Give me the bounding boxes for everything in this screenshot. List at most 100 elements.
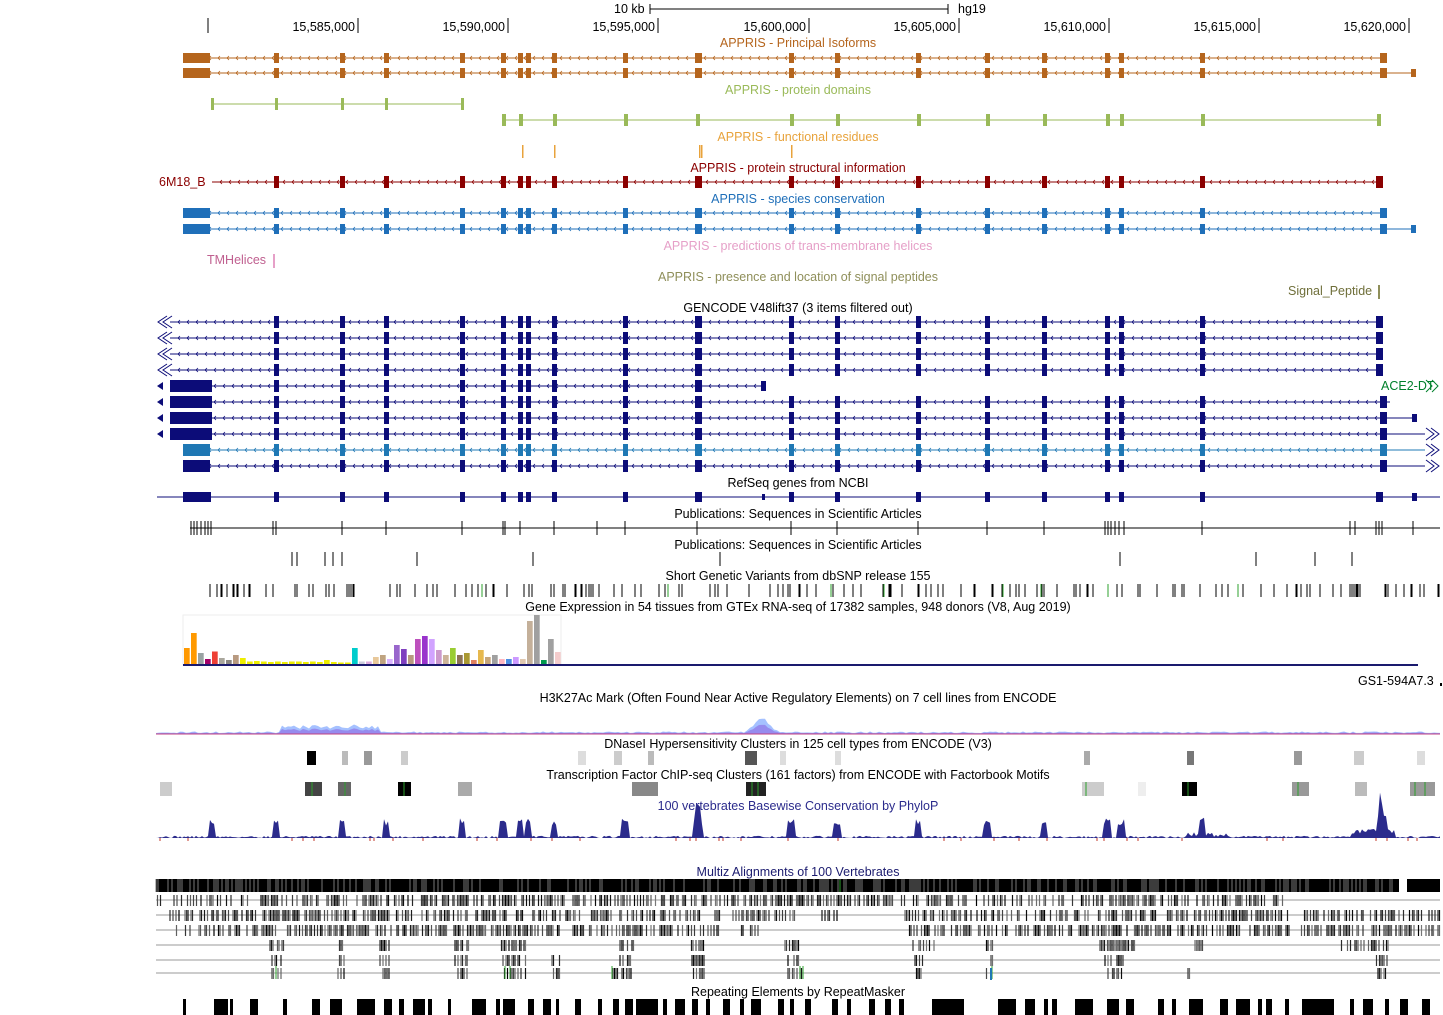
exon [1105,68,1110,78]
exon [697,53,702,63]
exon [623,460,628,472]
track-title-appris-conservation[interactable]: APPRIS - species conservation [711,192,885,206]
refseq-exon [1119,492,1124,502]
exon [985,176,990,188]
exon [501,332,506,344]
domain-block [275,98,278,110]
repeat-element [751,999,761,1015]
exon [552,208,557,218]
track-title-publications-1[interactable]: Publications: Sequences in Scientific Ar… [674,507,921,521]
track-title-rmsk[interactable]: Repeating Elements by RepeatMasker [691,985,905,999]
gtex-tissue-bar [513,657,519,664]
exon [1119,364,1124,376]
gtex-tissue-bar [191,633,197,664]
exon [384,316,389,328]
repeat-element [556,999,559,1015]
exon [501,364,506,376]
refseq-exon [274,492,279,502]
exon [697,364,702,376]
exon [340,176,345,188]
repeat-element [496,999,500,1015]
track-title-dbsnp[interactable]: Short Genetic Variants from dbSNP releas… [666,569,931,583]
exon [518,316,523,328]
structural-item-label[interactable]: 6M18_B [159,175,206,189]
refseq-exon [526,492,531,502]
track-title-gtex[interactable]: Gene Expression in 54 tissues from GTEx … [525,600,1070,614]
neighbor-gene-label[interactable]: ACE2-DT [1381,379,1434,393]
exon [518,68,523,78]
ruler-position-label: 15,600,000 [743,20,806,34]
exon [1105,224,1110,234]
exon-end [1376,316,1383,328]
track-title-appris-signal[interactable]: APPRIS - presence and location of signal… [658,270,938,284]
exon [697,444,702,456]
exon [1105,53,1110,63]
exon [340,224,345,234]
track-title-appris-functional[interactable]: APPRIS - functional residues [717,130,878,144]
exon [274,316,279,328]
exon [835,348,840,360]
domain-block [1377,114,1381,126]
track-title-appris-tm[interactable]: APPRIS - predictions of trans-membrane h… [664,239,933,253]
exon-utr [170,396,212,408]
exon [518,332,523,344]
exon [1119,412,1124,424]
dnase-cluster [364,751,372,765]
track-title-gencode[interactable]: GENCODE V48lift37 (3 items filtered out) [683,301,912,315]
exon [501,428,506,440]
track-title-publications-2[interactable]: Publications: Sequences in Scientific Ar… [674,538,921,552]
exon [916,364,921,376]
gtex-tissue-bar [366,661,372,664]
dnase-cluster [745,751,757,765]
transcript-end-arrow [157,382,163,390]
exon [340,412,345,424]
tm-item-label[interactable]: TMHelices [207,253,266,267]
exon [1119,444,1124,456]
exon [274,348,279,360]
repeat-element [1025,999,1035,1015]
tf-cluster [1410,782,1435,796]
repeat-element [413,999,425,1015]
track-title-multiz[interactable]: Multiz Alignments of 100 Vertebrates [697,865,900,879]
genome-browser-image[interactable]: 10 kb hg19 15,585,000 15,590,000 15,595,… [0,0,1443,1015]
track-title-refseq[interactable]: RefSeq genes from NCBI [727,476,868,490]
exon [623,316,628,328]
signal-item-label[interactable]: Signal_Peptide [1288,284,1372,298]
exon [985,68,990,78]
gtex-tissue-bar [205,659,211,664]
exon-utr [170,380,212,392]
exon [340,444,345,456]
repeat-element [613,999,619,1015]
residue-mark [554,145,556,158]
exon [526,380,531,392]
exon [623,176,628,188]
track-title-dnase[interactable]: DNaseI Hypersensitivity Clusters in 125 … [604,737,992,751]
repeat-element [428,999,432,1015]
exon [1119,208,1124,218]
track-title-phylop[interactable]: 100 vertebrates Basewise Conservation by… [658,799,939,813]
tf-cluster [1182,782,1197,796]
gtex-tissue-bar [324,660,330,664]
exon [835,396,840,408]
exon [1105,348,1110,360]
exon [384,53,389,63]
exon [697,68,702,78]
domain-block [461,98,464,110]
exon [340,53,345,63]
refseq-exon [501,492,506,502]
exon [1200,68,1205,78]
track-title-h3k27ac[interactable]: H3K27Ac Mark (Often Found Near Active Re… [540,691,1057,705]
exon [1119,316,1124,328]
domain-block [836,114,840,126]
track-title-tfbs[interactable]: Transcription Factor ChIP-seq Clusters (… [546,768,1049,782]
track-title-appris-principal[interactable]: APPRIS - Principal Isoforms [720,36,876,50]
ruler-position-label: 15,610,000 [1043,20,1106,34]
repeat-element [1189,999,1203,1015]
track-title-appris-domains[interactable]: APPRIS - protein domains [725,83,871,97]
exon [623,224,628,234]
track-title-appris-structural[interactable]: APPRIS - protein structural information [690,161,905,175]
domain-block [385,98,388,110]
gtex-gene-label[interactable]: GS1-594A7.3 [1358,674,1434,688]
exon [552,68,557,78]
exon [789,53,794,63]
